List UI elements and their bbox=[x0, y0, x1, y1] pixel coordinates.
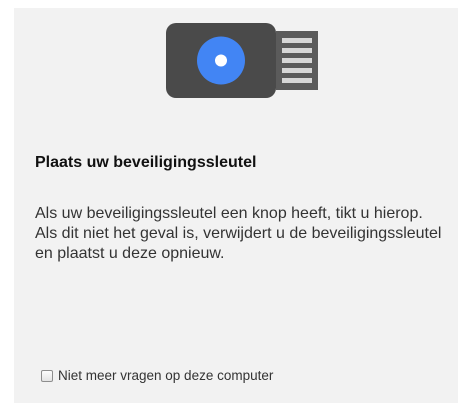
key-connector-contact bbox=[282, 58, 312, 63]
key-connector-contact bbox=[282, 38, 312, 43]
remember-checkbox-label: Niet meer vragen op deze computer bbox=[58, 368, 274, 383]
key-connector-contact bbox=[282, 48, 312, 53]
dialog-title: Plaats uw beveiligingssleutel bbox=[35, 154, 257, 171]
message-line: Als dit niet het geval is, verwijdert u … bbox=[35, 225, 442, 262]
security-key-dialog: Plaats uw beveiligingssleutel Als uw bev… bbox=[14, 8, 458, 403]
dialog-message: Als uw beveiligingssleutel een knop heef… bbox=[35, 204, 453, 264]
usb-security-key-icon bbox=[166, 23, 318, 98]
remember-choice-option[interactable]: Niet meer vragen op deze computer bbox=[41, 368, 273, 383]
key-connector-contact bbox=[282, 68, 312, 73]
key-connector-contact bbox=[282, 78, 312, 83]
key-button-center bbox=[215, 54, 227, 67]
remember-checkbox[interactable] bbox=[41, 369, 53, 382]
message-line: Als uw beveiligingssleutel een knop heef… bbox=[35, 205, 423, 222]
